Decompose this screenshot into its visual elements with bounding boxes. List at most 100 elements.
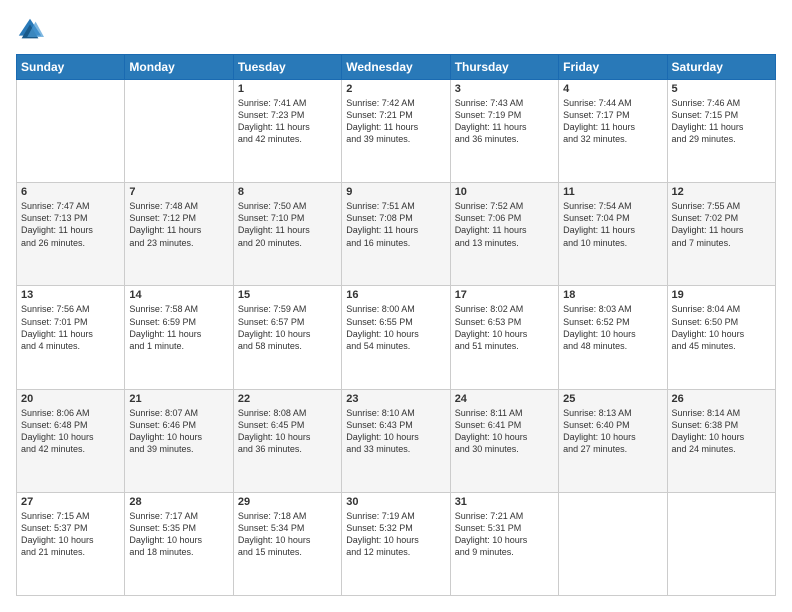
cell-content: Sunrise: 7:43 AM Sunset: 7:19 PM Dayligh…	[455, 97, 554, 146]
cell-content: Sunrise: 7:41 AM Sunset: 7:23 PM Dayligh…	[238, 97, 337, 146]
calendar-cell: 1 Sunrise: 7:41 AM Sunset: 7:23 PM Daylig…	[233, 80, 341, 183]
day-number: 5	[672, 83, 771, 95]
calendar-header-row: SundayMondayTuesdayWednesdayThursdayFrid…	[17, 55, 776, 80]
day-number: 18	[563, 289, 662, 301]
calendar-header-thursday: Thursday	[450, 55, 558, 80]
calendar-cell: 12 Sunrise: 7:55 AM Sunset: 7:02 PM Dayli…	[667, 183, 775, 286]
day-number: 2	[346, 83, 445, 95]
calendar-header-friday: Friday	[559, 55, 667, 80]
day-number: 6	[21, 186, 120, 198]
calendar-cell: 24 Sunrise: 8:11 AM Sunset: 6:41 PM Dayli…	[450, 389, 558, 492]
day-number: 14	[129, 289, 228, 301]
cell-content: Sunrise: 7:50 AM Sunset: 7:10 PM Dayligh…	[238, 200, 337, 249]
cell-content: Sunrise: 7:19 AM Sunset: 5:32 PM Dayligh…	[346, 510, 445, 559]
cell-content: Sunrise: 8:07 AM Sunset: 6:46 PM Dayligh…	[129, 407, 228, 456]
day-number: 16	[346, 289, 445, 301]
cell-content: Sunrise: 7:59 AM Sunset: 6:57 PM Dayligh…	[238, 303, 337, 352]
calendar-cell: 19Sunrise: 8:04 AM Sunset: 6:50 PM Dayli…	[667, 286, 775, 389]
day-number: 15	[238, 289, 337, 301]
cell-content: Sunrise: 8:02 AM Sunset: 6:53 PM Dayligh…	[455, 303, 554, 352]
header	[16, 16, 776, 44]
logo	[16, 16, 46, 44]
day-number: 27	[21, 496, 120, 508]
calendar-cell: 13 Sunrise: 7:56 AM Sunset: 7:01 PM Dayli…	[17, 286, 125, 389]
cell-content: Sunrise: 7:48 AM Sunset: 7:12 PM Dayligh…	[129, 200, 228, 249]
calendar-header-monday: Monday	[125, 55, 233, 80]
cell-content: Sunrise: 7:47 AM Sunset: 7:13 PM Dayligh…	[21, 200, 120, 249]
calendar-week-row: 27 Sunrise: 7:15 AM Sunset: 5:37 PM Dayli…	[17, 492, 776, 595]
calendar-header-wednesday: Wednesday	[342, 55, 450, 80]
calendar-table: SundayMondayTuesdayWednesdayThursdayFrid…	[16, 54, 776, 596]
day-number: 25	[563, 393, 662, 405]
calendar-cell: 28 Sunrise: 7:17 AM Sunset: 5:35 PM Dayli…	[125, 492, 233, 595]
day-number: 12	[672, 186, 771, 198]
cell-content: Sunrise: 8:14 AM Sunset: 6:38 PM Dayligh…	[672, 407, 771, 456]
calendar-cell: 10 Sunrise: 7:52 AM Sunset: 7:06 PM Dayli…	[450, 183, 558, 286]
calendar-cell: 23 Sunrise: 8:10 AM Sunset: 6:43 PM Dayli…	[342, 389, 450, 492]
cell-content: Sunrise: 7:46 AM Sunset: 7:15 PM Dayligh…	[672, 97, 771, 146]
day-number: 7	[129, 186, 228, 198]
cell-content: Sunrise: 8:03 AM Sunset: 6:52 PM Dayligh…	[563, 303, 662, 352]
day-number: 31	[455, 496, 554, 508]
calendar-cell: 21 Sunrise: 8:07 AM Sunset: 6:46 PM Dayli…	[125, 389, 233, 492]
cell-content: Sunrise: 7:56 AM Sunset: 7:01 PM Dayligh…	[21, 303, 120, 352]
day-number: 21	[129, 393, 228, 405]
cell-content: Sunrise: 7:55 AM Sunset: 7:02 PM Dayligh…	[672, 200, 771, 249]
cell-content: Sunrise: 7:42 AM Sunset: 7:21 PM Dayligh…	[346, 97, 445, 146]
calendar-week-row: 13 Sunrise: 7:56 AM Sunset: 7:01 PM Dayli…	[17, 286, 776, 389]
calendar-cell: 11Sunrise: 7:54 AM Sunset: 7:04 PM Dayli…	[559, 183, 667, 286]
day-number: 13	[21, 289, 120, 301]
cell-content: Sunrise: 7:52 AM Sunset: 7:06 PM Dayligh…	[455, 200, 554, 249]
calendar-cell: 29 Sunrise: 7:18 AM Sunset: 5:34 PM Dayli…	[233, 492, 341, 595]
page: SundayMondayTuesdayWednesdayThursdayFrid…	[0, 0, 792, 612]
calendar-cell	[17, 80, 125, 183]
day-number: 29	[238, 496, 337, 508]
calendar-cell: 20 Sunrise: 8:06 AM Sunset: 6:48 PM Dayli…	[17, 389, 125, 492]
cell-content: Sunrise: 7:51 AM Sunset: 7:08 PM Dayligh…	[346, 200, 445, 249]
cell-content: Sunrise: 7:54 AM Sunset: 7:04 PM Dayligh…	[563, 200, 662, 249]
cell-content: Sunrise: 8:11 AM Sunset: 6:41 PM Dayligh…	[455, 407, 554, 456]
cell-content: Sunrise: 8:13 AM Sunset: 6:40 PM Dayligh…	[563, 407, 662, 456]
day-number: 22	[238, 393, 337, 405]
calendar-cell: 2 Sunrise: 7:42 AM Sunset: 7:21 PM Daylig…	[342, 80, 450, 183]
calendar-cell: 9Sunrise: 7:51 AM Sunset: 7:08 PM Daylig…	[342, 183, 450, 286]
day-number: 4	[563, 83, 662, 95]
calendar-cell	[125, 80, 233, 183]
calendar-cell: 6 Sunrise: 7:47 AM Sunset: 7:13 PM Daylig…	[17, 183, 125, 286]
calendar-cell: 5 Sunrise: 7:46 AM Sunset: 7:15 PM Daylig…	[667, 80, 775, 183]
calendar-cell: 22 Sunrise: 8:08 AM Sunset: 6:45 PM Dayli…	[233, 389, 341, 492]
cell-content: Sunrise: 7:17 AM Sunset: 5:35 PM Dayligh…	[129, 510, 228, 559]
calendar-week-row: 20 Sunrise: 8:06 AM Sunset: 6:48 PM Dayli…	[17, 389, 776, 492]
calendar-cell: 7 Sunrise: 7:48 AM Sunset: 7:12 PM Daylig…	[125, 183, 233, 286]
cell-content: Sunrise: 8:06 AM Sunset: 6:48 PM Dayligh…	[21, 407, 120, 456]
day-number: 8	[238, 186, 337, 198]
calendar-cell: 15 Sunrise: 7:59 AM Sunset: 6:57 PM Dayli…	[233, 286, 341, 389]
calendar-cell	[667, 492, 775, 595]
cell-content: Sunrise: 7:15 AM Sunset: 5:37 PM Dayligh…	[21, 510, 120, 559]
day-number: 28	[129, 496, 228, 508]
day-number: 20	[21, 393, 120, 405]
calendar-cell: 25 Sunrise: 8:13 AM Sunset: 6:40 PM Dayli…	[559, 389, 667, 492]
calendar-cell: 27 Sunrise: 7:15 AM Sunset: 5:37 PM Dayli…	[17, 492, 125, 595]
calendar-header-sunday: Sunday	[17, 55, 125, 80]
cell-content: Sunrise: 7:21 AM Sunset: 5:31 PM Dayligh…	[455, 510, 554, 559]
day-number: 23	[346, 393, 445, 405]
cell-content: Sunrise: 7:18 AM Sunset: 5:34 PM Dayligh…	[238, 510, 337, 559]
day-number: 24	[455, 393, 554, 405]
day-number: 10	[455, 186, 554, 198]
calendar-cell: 3 Sunrise: 7:43 AM Sunset: 7:19 PM Daylig…	[450, 80, 558, 183]
day-number: 3	[455, 83, 554, 95]
calendar-cell: 16Sunrise: 8:00 AM Sunset: 6:55 PM Dayli…	[342, 286, 450, 389]
day-number: 17	[455, 289, 554, 301]
day-number: 1	[238, 83, 337, 95]
cell-content: Sunrise: 7:44 AM Sunset: 7:17 PM Dayligh…	[563, 97, 662, 146]
cell-content: Sunrise: 8:08 AM Sunset: 6:45 PM Dayligh…	[238, 407, 337, 456]
calendar-header-saturday: Saturday	[667, 55, 775, 80]
calendar-cell: 8 Sunrise: 7:50 AM Sunset: 7:10 PM Daylig…	[233, 183, 341, 286]
calendar-cell: 31 Sunrise: 7:21 AM Sunset: 5:31 PM Dayli…	[450, 492, 558, 595]
day-number: 30	[346, 496, 445, 508]
calendar-cell: 14Sunrise: 7:58 AM Sunset: 6:59 PM Dayli…	[125, 286, 233, 389]
cell-content: Sunrise: 8:10 AM Sunset: 6:43 PM Dayligh…	[346, 407, 445, 456]
calendar-cell: 4 Sunrise: 7:44 AM Sunset: 7:17 PM Daylig…	[559, 80, 667, 183]
calendar-cell	[559, 492, 667, 595]
